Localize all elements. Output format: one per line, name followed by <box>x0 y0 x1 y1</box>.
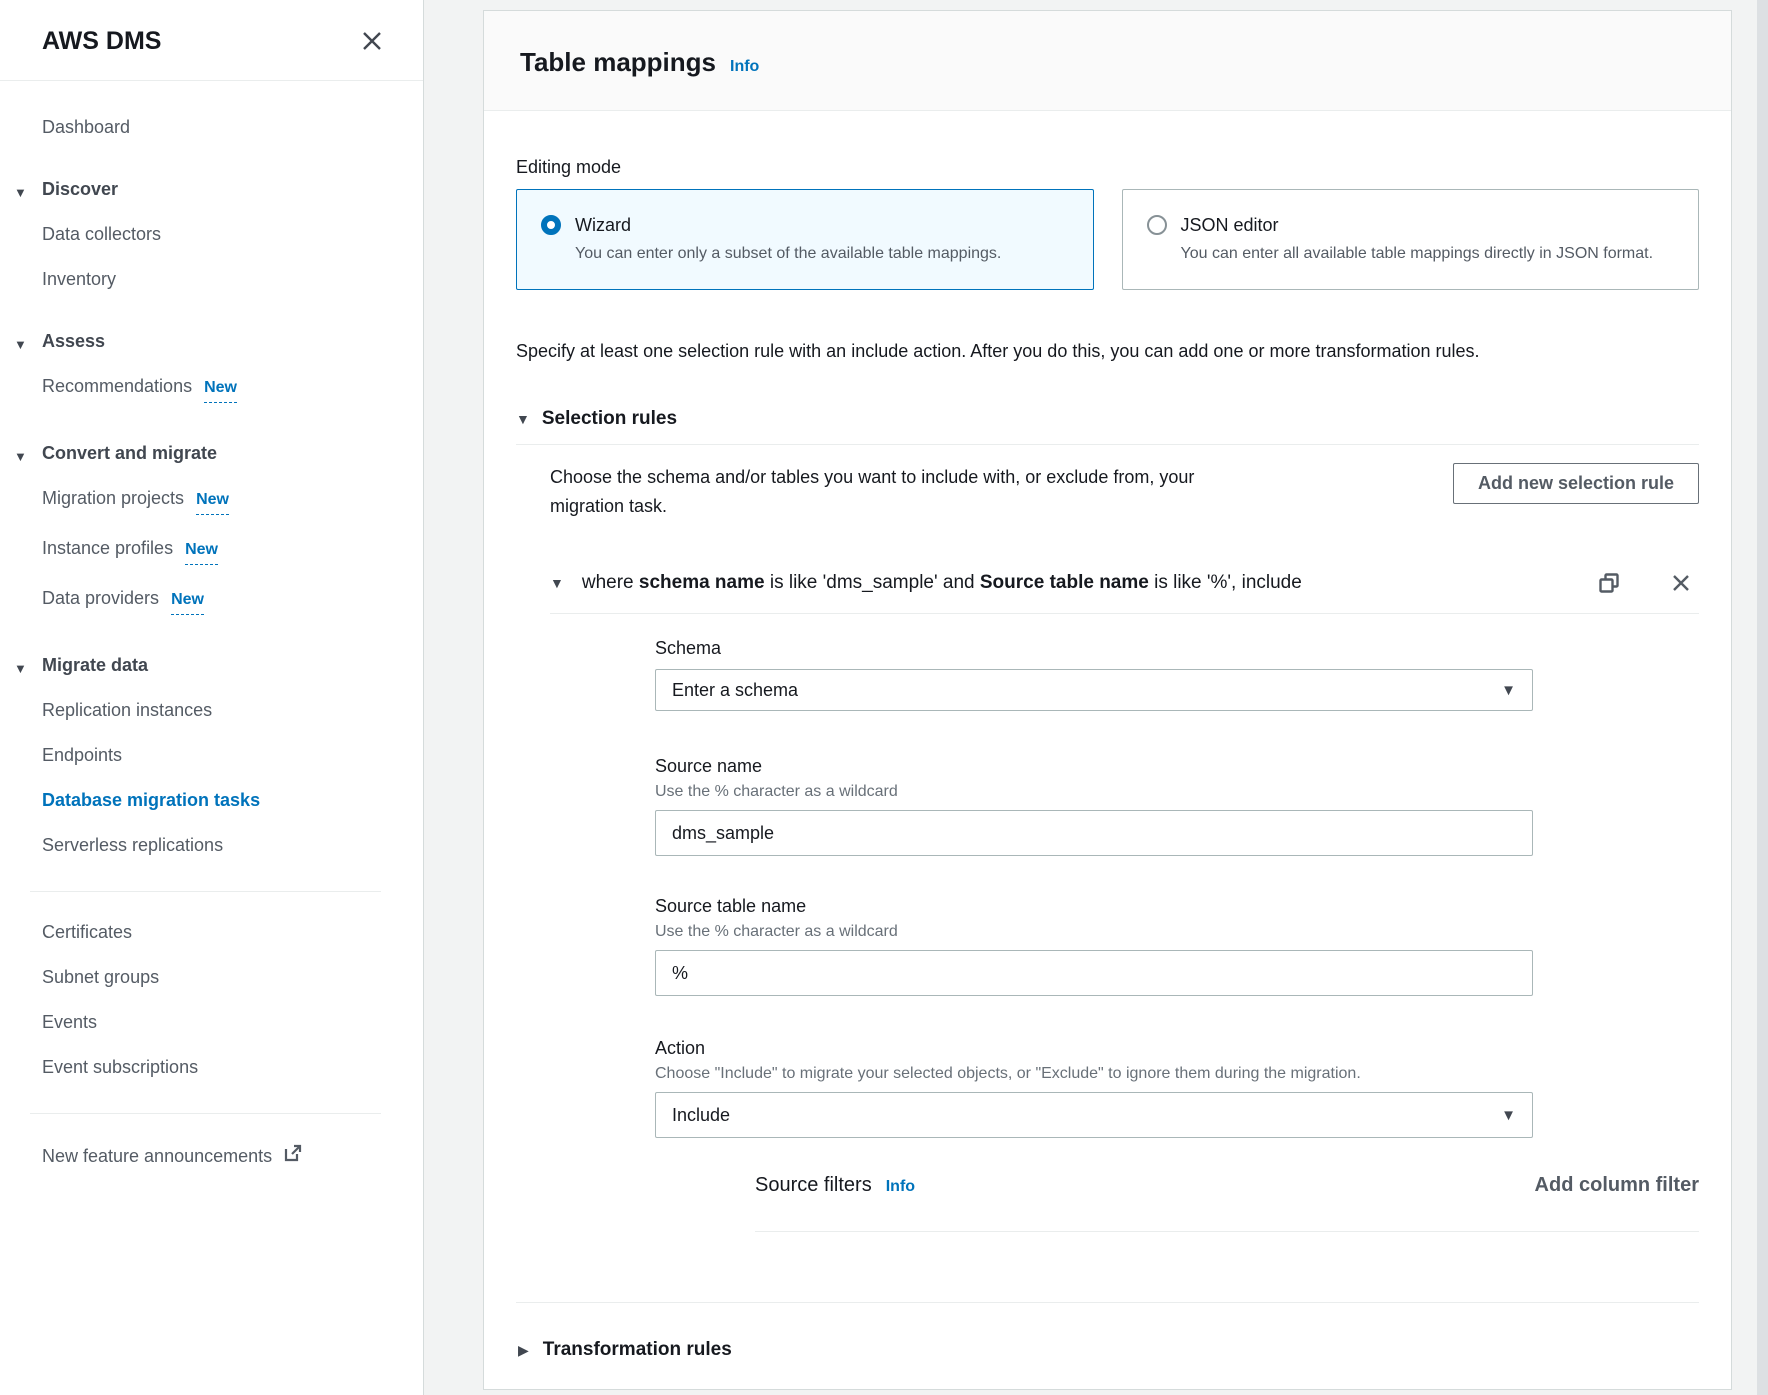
selection-rules-content: Choose the schema and/or tables you want… <box>516 463 1699 1232</box>
new-badge[interactable]: New <box>185 538 218 565</box>
sidebar-close-button[interactable] <box>357 26 387 56</box>
sidebar-item-events[interactable]: Events <box>42 1010 393 1034</box>
radio-unselected-icon <box>1147 215 1167 235</box>
chevron-down-icon: ▼ <box>1501 682 1516 699</box>
sidebar-item-replication-instances[interactable]: Replication instances <box>42 698 393 722</box>
new-badge[interactable]: New <box>171 588 204 615</box>
divider <box>755 1231 1699 1232</box>
schema-label: Schema <box>655 636 1533 660</box>
option-title: Wizard <box>575 213 1001 237</box>
option-title: JSON editor <box>1181 213 1654 237</box>
sidebar-item-recommendations[interactable]: Recommendations New <box>42 374 393 403</box>
close-icon <box>1669 583 1693 598</box>
new-badge[interactable]: New <box>196 488 229 515</box>
source-filters-title: Source filters <box>755 1174 872 1197</box>
action-hint: Choose "Include" to migrate your selecte… <box>655 1065 1533 1083</box>
rule-header: ▼ where schema name is like 'dms_sample'… <box>550 569 1699 597</box>
chevron-down-icon: ▼ <box>14 181 27 205</box>
scrollbar[interactable] <box>1757 0 1768 1395</box>
option-description: You can enter only a subset of the avail… <box>575 242 1001 265</box>
instruction-text: Specify at least one selection rule with… <box>516 338 1699 364</box>
chevron-down-icon: ▼ <box>14 333 27 357</box>
close-icon <box>359 42 385 57</box>
radio-selected-icon <box>541 215 561 235</box>
selection-rules-description: Choose the schema and/or tables you want… <box>550 463 1250 521</box>
sidebar-header: AWS DMS <box>0 0 423 81</box>
source-table-name-hint: Use the % character as a wildcard <box>655 923 1533 941</box>
sidebar-item-certificates[interactable]: Certificates <box>42 920 393 944</box>
info-link[interactable]: Info <box>730 58 759 76</box>
selection-rules-expander[interactable]: ▼ Selection rules <box>516 408 1699 430</box>
sidebar-item-database-migration-tasks[interactable]: Database migration tasks <box>42 788 393 812</box>
card-body: Editing mode Wizard You can enter only a… <box>484 111 1731 1361</box>
sidebar-item-data-collectors[interactable]: Data collectors <box>42 222 393 246</box>
option-description: You can enter all available table mappin… <box>1181 242 1654 265</box>
source-table-name-input[interactable] <box>655 950 1533 996</box>
transformation-rules-title: Transformation rules <box>543 1339 732 1361</box>
source-name-hint: Use the % character as a wildcard <box>655 783 1533 801</box>
sidebar-nav: Dashboard ▼ Discover Data collectors Inv… <box>0 81 423 1170</box>
sidebar-divider <box>30 891 381 892</box>
card-header: Table mappings Info <box>484 11 1731 111</box>
transformation-rules-expander[interactable]: ▶ Transformation rules <box>518 1339 1699 1361</box>
sidebar-item-event-subscriptions[interactable]: Event subscriptions <box>42 1055 393 1079</box>
source-table-name-label: Source table name <box>655 894 1533 918</box>
action-select[interactable]: Include ▼ <box>655 1092 1533 1138</box>
chevron-down-icon: ▼ <box>1501 1107 1516 1124</box>
sidebar-section-migrate-data[interactable]: ▼ Migrate data <box>42 653 393 677</box>
sidebar-item-migration-projects[interactable]: Migration projects New <box>42 486 393 515</box>
editing-mode-tiles: Wizard You can enter only a subset of th… <box>516 189 1699 290</box>
editing-mode-option-json-editor[interactable]: JSON editor You can enter all available … <box>1122 189 1700 290</box>
sidebar-item-data-providers[interactable]: Data providers New <box>42 586 393 615</box>
external-link-icon <box>282 1142 304 1170</box>
new-badge[interactable]: New <box>204 376 237 403</box>
sidebar-item-serverless-replications[interactable]: Serverless replications <box>42 833 393 857</box>
divider <box>516 444 1699 445</box>
sidebar-item-inventory[interactable]: Inventory <box>42 267 393 291</box>
source-filters-block: Source filters Info Add column filter <box>755 1174 1699 1232</box>
sidebar-item-subnet-groups[interactable]: Subnet groups <box>42 965 393 989</box>
copy-icon <box>1597 583 1621 598</box>
chevron-down-icon: ▼ <box>516 411 530 427</box>
divider <box>516 1302 1699 1303</box>
sidebar-item-instance-profiles[interactable]: Instance profiles New <box>42 536 393 565</box>
add-new-selection-rule-button[interactable]: Add new selection rule <box>1453 463 1699 504</box>
selection-rules-title: Selection rules <box>542 408 677 430</box>
chevron-right-icon: ▶ <box>518 1342 529 1359</box>
sidebar-item-dashboard[interactable]: Dashboard <box>42 115 393 139</box>
app-root: AWS DMS Dashboard ▼ Discover Data collec… <box>0 0 1768 1395</box>
rule-form: Schema Enter a schema ▼ Source name Use … <box>655 636 1533 1138</box>
sidebar-section-discover[interactable]: ▼ Discover <box>42 177 393 201</box>
info-link[interactable]: Info <box>886 1178 915 1196</box>
sidebar-item-endpoints[interactable]: Endpoints <box>42 743 393 767</box>
remove-rule-button[interactable] <box>1667 569 1695 597</box>
content-area: Table mappings Info Editing mode Wizard … <box>424 0 1768 1395</box>
rule-sentence: where schema name is like 'dms_sample' a… <box>582 572 1595 594</box>
source-name-label: Source name <box>655 754 1533 778</box>
sidebar-item-new-feature-announcements[interactable]: New feature announcements <box>42 1142 393 1170</box>
chevron-down-icon: ▼ <box>14 445 27 469</box>
editing-mode-label: Editing mode <box>516 155 1699 179</box>
chevron-down-icon[interactable]: ▼ <box>550 575 564 591</box>
table-mappings-card: Table mappings Info Editing mode Wizard … <box>483 10 1732 1390</box>
add-column-filter-button[interactable]: Add column filter <box>1535 1174 1699 1197</box>
source-name-input[interactable] <box>655 810 1533 856</box>
action-label: Action <box>655 1036 1533 1060</box>
editing-mode-option-wizard[interactable]: Wizard You can enter only a subset of th… <box>516 189 1094 290</box>
chevron-down-icon: ▼ <box>14 657 27 681</box>
sidebar-section-assess[interactable]: ▼ Assess <box>42 329 393 353</box>
sidebar-section-convert-and-migrate[interactable]: ▼ Convert and migrate <box>42 441 393 465</box>
schema-select[interactable]: Enter a schema ▼ <box>655 669 1533 711</box>
divider <box>550 613 1699 614</box>
sidebar: AWS DMS Dashboard ▼ Discover Data collec… <box>0 0 424 1395</box>
sidebar-divider <box>30 1113 381 1114</box>
duplicate-rule-button[interactable] <box>1595 569 1623 597</box>
page-title: Table mappings <box>520 47 716 78</box>
sidebar-title: AWS DMS <box>42 27 161 56</box>
